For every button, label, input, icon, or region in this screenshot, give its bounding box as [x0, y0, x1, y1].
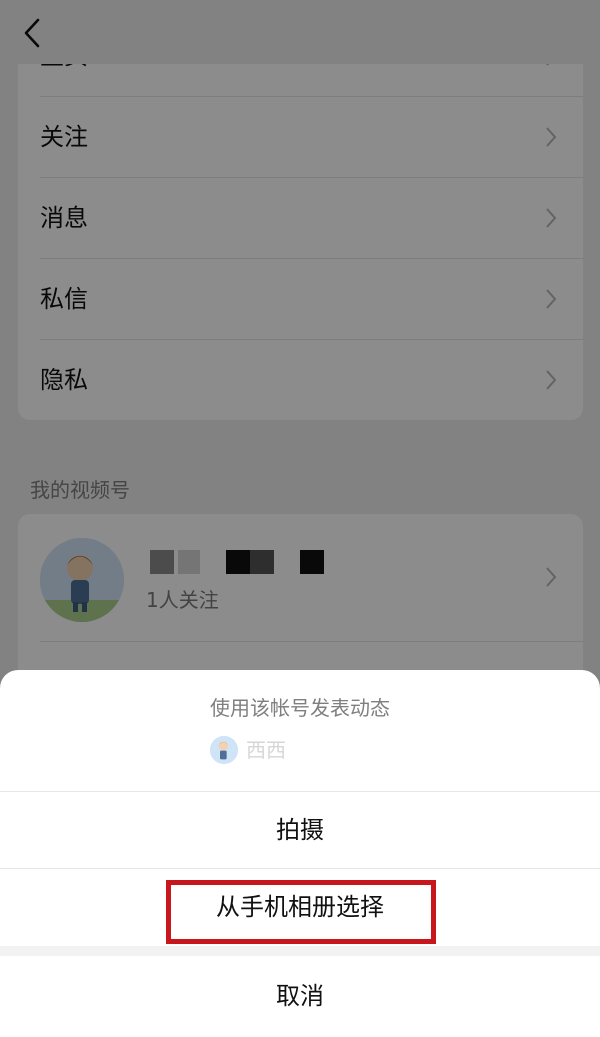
- avatar: [210, 736, 238, 764]
- cancel-button[interactable]: 取消: [0, 956, 600, 1037]
- highlight-box: [166, 880, 436, 944]
- sheet-title: 使用该帐号发表动态: [210, 696, 390, 720]
- account-name: 西西: [246, 738, 286, 762]
- action-sheet: 使用该帐号发表动态 西西 拍摄 从手机相册选择 取消: [0, 670, 600, 1037]
- separator-gap: [0, 946, 600, 956]
- shoot-button[interactable]: 拍摄: [0, 792, 600, 868]
